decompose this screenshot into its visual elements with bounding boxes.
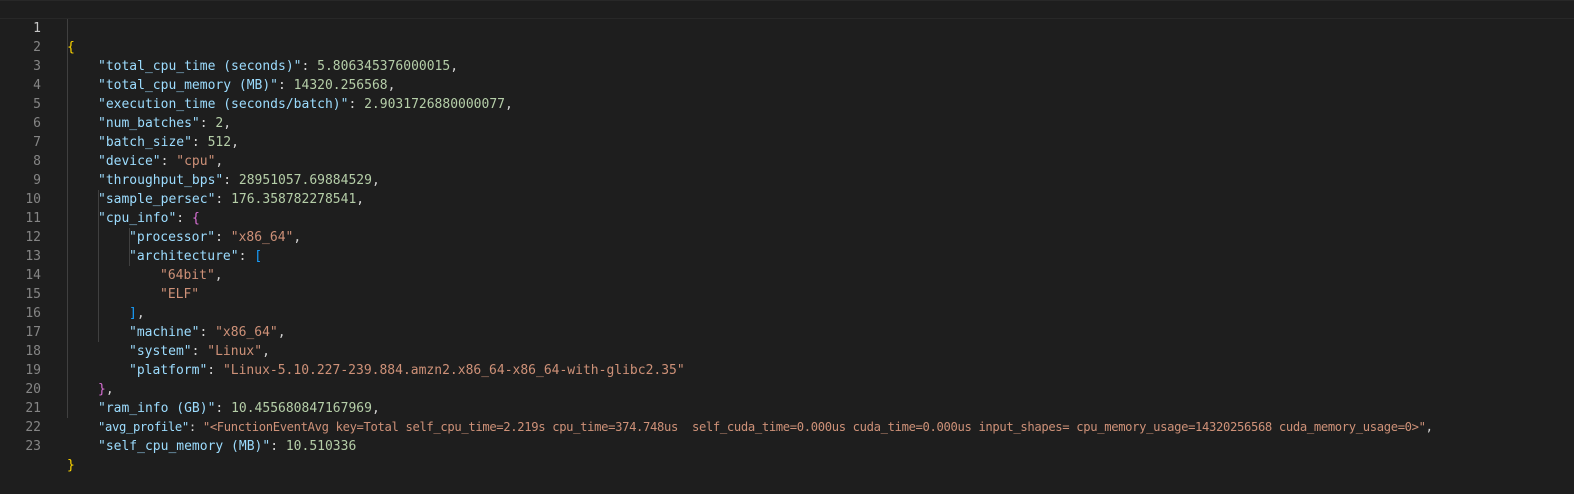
code-line[interactable]: 12 "architecture": [	[0, 209, 1574, 264]
code-line[interactable]: 21 "avg_profile": "<FunctionEventAvg key…	[0, 380, 1574, 434]
code-line[interactable]: 7 "device": "cpu",	[0, 114, 1574, 169]
code-line[interactable]: 4 "execution_time (seconds/batch)": 2.90…	[0, 57, 1574, 112]
code-editor[interactable]: 1 { 2 "total_cpu_time (seconds)": 5.8063…	[0, 0, 1574, 473]
code-line[interactable]: 1 {	[0, 0, 1574, 55]
code-line[interactable]: 9 "sample_persec": 176.358782278541,	[0, 152, 1574, 207]
close-brace: }	[67, 458, 75, 473]
code-line[interactable]: 6 "batch_size": 512,	[0, 95, 1574, 150]
code-line[interactable]: 15 ],	[0, 266, 1574, 321]
code-line[interactable]: 18 "platform": "Linux-5.10.227-239.884.a…	[0, 323, 1574, 378]
code-line[interactable]: 22 "self_cpu_memory (MB)": 10.510336	[0, 399, 1574, 454]
code-line[interactable]: 16 "machine": "x86_64",	[0, 285, 1574, 340]
code-line[interactable]: 8 "throughput_bps": 28951057.69884529,	[0, 133, 1574, 188]
code-line[interactable]: 13 "64bit",	[0, 228, 1574, 283]
code-line[interactable]: 23 }	[0, 418, 1574, 473]
code-line[interactable]: 2 "total_cpu_time (seconds)": 5.80634537…	[0, 19, 1574, 74]
code-line[interactable]: 5 "num_batches": 2,	[0, 76, 1574, 131]
code-line[interactable]: 20 "ram_info (GB)": 10.455680847167969,	[0, 361, 1574, 416]
code-line[interactable]: 14 "ELF"	[0, 247, 1574, 302]
code-line[interactable]: 19 },	[0, 342, 1574, 397]
code-content: }	[67, 456, 75, 475]
code-line[interactable]: 17 "system": "Linux",	[0, 304, 1574, 359]
code-line[interactable]: 3 "total_cpu_memory (MB)": 14320.256568,	[0, 38, 1574, 93]
code-line[interactable]: 10 "cpu_info": {	[0, 171, 1574, 226]
code-line[interactable]: 11 "processor": "x86_64",	[0, 190, 1574, 245]
